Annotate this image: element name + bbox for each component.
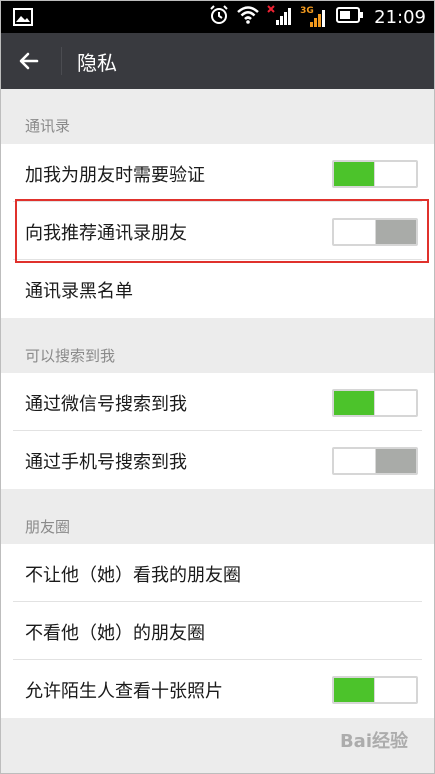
- toggle-switch-off[interactable]: [332, 447, 418, 475]
- alarm-icon: [208, 4, 230, 30]
- setting-label: 加我为朋友时需要验证: [25, 165, 205, 186]
- image-icon: [13, 7, 33, 31]
- arrow-left-icon[interactable]: [17, 49, 41, 77]
- section-header-contacts: 通讯录: [1, 89, 434, 141]
- setting-hide-my-moments[interactable]: 不让他（她）看我的朋友圈: [1, 544, 434, 602]
- toggle-knob: [374, 678, 416, 702]
- status-bar: 3G 21:09: [1, 1, 434, 33]
- setting-label: 通讯录黑名单: [25, 281, 133, 302]
- setting-label: 不看他（她）的朋友圈: [25, 623, 205, 644]
- setting-verify-friend-requests[interactable]: 加我为朋友时需要验证: [1, 144, 434, 202]
- setting-contacts-blacklist[interactable]: 通讯录黑名单: [1, 260, 434, 318]
- toggle-knob: [334, 220, 376, 244]
- setting-search-by-wechat-id[interactable]: 通过微信号搜索到我: [1, 373, 434, 431]
- setting-hide-their-moments[interactable]: 不看他（她）的朋友圈: [1, 602, 434, 660]
- signal-3g-icon: 3G: [300, 6, 330, 28]
- baidu-watermark: Bai经验: [339, 731, 408, 752]
- setting-strangers-view-photos[interactable]: 允许陌生人查看十张照片: [1, 660, 434, 718]
- toggle-knob: [374, 391, 416, 415]
- section-header-search: 可以搜索到我: [1, 319, 434, 371]
- toggle-knob: [334, 449, 376, 473]
- section-header-moments: 朋友圈: [1, 490, 434, 542]
- app-bar: 隐私: [1, 33, 434, 89]
- toggle-switch-on[interactable]: [332, 676, 418, 704]
- clock: 21:09: [374, 6, 426, 28]
- toggle-knob: [374, 162, 416, 186]
- wifi-icon: [236, 5, 260, 29]
- setting-search-by-phone[interactable]: 通过手机号搜索到我: [1, 431, 434, 489]
- page-title: 隐私: [77, 51, 117, 75]
- setting-label: 允许陌生人查看十张照片: [25, 681, 223, 702]
- battery-icon: [336, 6, 364, 28]
- setting-label: 向我推荐通讯录朋友: [25, 223, 187, 244]
- setting-recommend-contacts[interactable]: 向我推荐通讯录朋友: [1, 202, 434, 260]
- setting-label: 通过微信号搜索到我: [25, 394, 187, 415]
- setting-label: 通过手机号搜索到我: [25, 452, 187, 473]
- toggle-switch-on[interactable]: [332, 160, 418, 188]
- toggle-switch-off[interactable]: [332, 218, 418, 246]
- setting-label: 不让他（她）看我的朋友圈: [25, 565, 241, 586]
- toggle-switch-on[interactable]: [332, 389, 418, 417]
- app-bar-divider: [61, 47, 62, 75]
- signal-icon: [266, 4, 294, 30]
